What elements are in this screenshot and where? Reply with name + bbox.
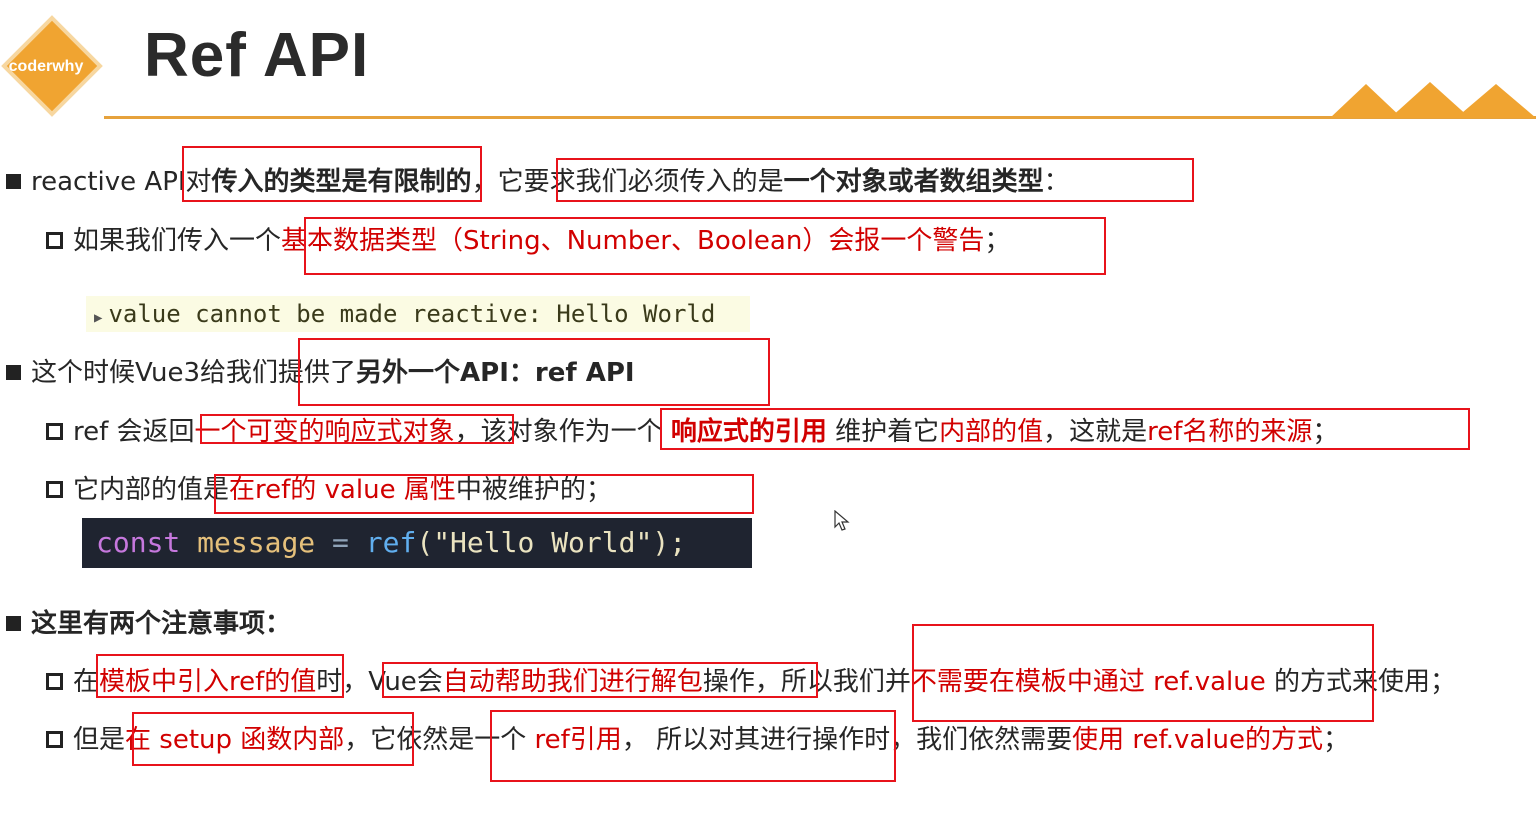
annotation-box	[304, 217, 1106, 275]
hollow-square-bullet-icon	[46, 481, 63, 498]
annotation-box	[298, 338, 770, 406]
hollow-square-bullet-icon	[46, 673, 63, 690]
annotation-box	[490, 710, 896, 782]
annotation-box	[382, 662, 818, 698]
annotation-box	[96, 654, 344, 698]
annotation-box	[660, 408, 1470, 450]
annotation-box	[132, 712, 414, 766]
annotation-box	[214, 474, 754, 514]
square-bullet-icon	[6, 174, 21, 189]
annotation-box	[182, 146, 482, 202]
mouse-cursor-icon	[834, 510, 850, 531]
annotation-box	[200, 414, 514, 444]
square-bullet-icon	[6, 616, 21, 631]
triangle-right-icon: ▶	[94, 310, 103, 326]
hollow-square-bullet-icon	[46, 423, 63, 440]
hollow-square-bullet-icon	[46, 731, 63, 748]
mountain-decoration	[1330, 82, 1536, 118]
console-warning: ▶ value cannot be made reactive: Hello Wo…	[86, 296, 750, 332]
page-title: Ref API	[144, 21, 370, 90]
square-bullet-icon	[6, 365, 21, 380]
title-underline	[104, 116, 1536, 119]
code-snippet: const message = ref("Hello World");	[82, 518, 752, 568]
annotation-box	[912, 624, 1374, 722]
annotation-box	[556, 158, 1194, 202]
coderwhy-logo: coderwhy	[0, 14, 104, 118]
hollow-square-bullet-icon	[46, 232, 63, 249]
line-6: 这里有两个注意事项：	[6, 607, 291, 641]
logo-text: coderwhy	[9, 58, 84, 75]
